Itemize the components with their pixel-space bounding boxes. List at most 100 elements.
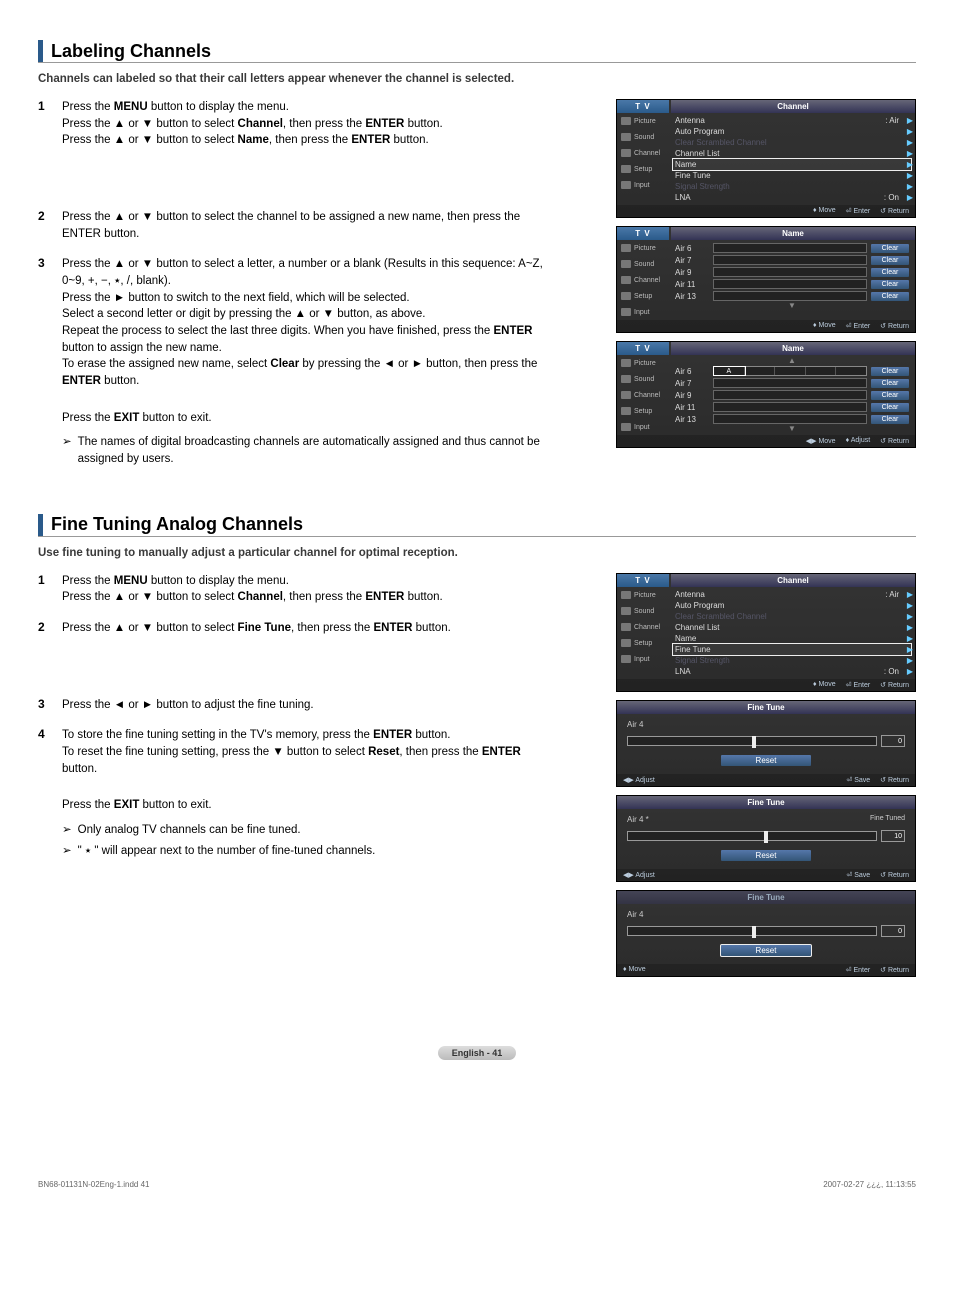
step-text: Press the MENU button to display the men… — [62, 99, 558, 149]
osd-column: T V Channel Picture Sound Channel Setup … — [616, 573, 916, 985]
osd-sidebar: Picture Sound Channel Setup Input — [617, 113, 669, 205]
name-field: A — [713, 366, 867, 376]
chevron-right-icon: ▶ — [907, 116, 913, 125]
name-row: Air 11Clear — [673, 278, 911, 290]
name-row: Air 6 A Clear — [673, 365, 911, 377]
osd-channel-menu: T V Channel Picture Sound Channel Setup … — [616, 99, 916, 218]
osd-tv-label: T V — [617, 100, 669, 113]
osd-name-edit: T V Name Picture Sound Channel Setup Inp… — [616, 341, 916, 448]
step-number: 2 — [38, 209, 62, 242]
name-row: Air 11Clear — [673, 401, 911, 413]
sidebar-channel: Channel — [617, 145, 669, 161]
osd-tab: Name — [671, 342, 915, 355]
step-text: Press the ▲ or ▼ button to select Fine T… — [62, 620, 558, 637]
section-intro: Use fine tuning to manually adjust a par… — [38, 547, 916, 559]
page-number: English - 41 — [438, 1046, 517, 1060]
osd-fine-tune-reset: Fine Tune Air 4 0 Reset ♦ Move ⏎ Enter ↺… — [616, 890, 916, 977]
print-file: BN68-01131N-02Eng-1.indd 41 — [38, 1180, 149, 1189]
instructions: 1 Press the MENU button to display the m… — [38, 573, 558, 878]
section-title: Fine Tuning Analog Channels — [51, 514, 303, 535]
scroll-down-icon: ▼ — [673, 425, 911, 433]
print-timestamp: 2007-02-27 ¿¿¿, 11:13:55 — [823, 1180, 916, 1189]
step-text: Press the ▲ or ▼ button to select the ch… — [62, 209, 558, 242]
reset-button: Reset — [721, 945, 811, 956]
note: ➢ " ٭ " will appear next to the number o… — [62, 843, 558, 860]
step-number: 4 — [38, 727, 62, 777]
ft-channel: Air 4 — [627, 910, 905, 919]
osd-fine-tune-10: Fine Tune Air 4 * Fine Tuned 10 Reset ◀▶… — [616, 795, 916, 882]
menu-autoprogram: Auto Program▶ — [673, 126, 911, 137]
section-labeling: Labeling Channels Channels can labeled s… — [38, 40, 916, 486]
name-row: Air 6Clear — [673, 242, 911, 254]
menu-channel-list: Channel List▶ — [673, 148, 911, 159]
reset-button: Reset — [721, 850, 811, 861]
menu-antenna: Antenna: Air▶ — [673, 115, 911, 126]
section-title: Labeling Channels — [51, 41, 211, 62]
print-marks: BN68-01131N-02Eng-1.indd 41 2007-02-27 ¿… — [38, 1180, 916, 1189]
sidebar-input: Input — [617, 177, 669, 193]
instructions: 1 Press the MENU button to display the m… — [38, 99, 558, 486]
menu-fine-tune: Fine Tune▶ — [673, 644, 911, 655]
chevron-right-icon: ▶ — [907, 138, 913, 147]
chevron-right-icon: ▶ — [907, 160, 913, 169]
name-row: Air 7Clear — [673, 377, 911, 389]
osd-column: T V Channel Picture Sound Channel Setup … — [616, 99, 916, 456]
menu-name: Name▶ — [673, 159, 911, 170]
note-arrow-icon: ➢ — [62, 434, 72, 467]
hint-return: ↺ Return — [880, 207, 909, 215]
step-number: 1 — [38, 99, 62, 149]
osd-footer: ♦ Move ⏎ Enter ↺ Return — [617, 205, 915, 217]
sidebar-setup: Setup — [617, 161, 669, 177]
step-text: Press the ▲ or ▼ button to select a lett… — [62, 256, 558, 389]
name-row: Air 9Clear — [673, 266, 911, 278]
exit-line: Press the EXIT button to exit. — [62, 410, 558, 427]
chevron-right-icon: ▶ — [907, 171, 913, 180]
clear-button: Clear — [871, 244, 909, 253]
chevron-right-icon: ▶ — [907, 127, 913, 136]
reset-button: Reset — [721, 755, 811, 766]
osd-sidebar: Picture Sound Channel Setup Input — [617, 355, 669, 435]
name-row: Air 7Clear — [673, 254, 911, 266]
title-marker-icon — [38, 514, 43, 536]
osd-tv-label: T V — [617, 342, 669, 355]
chevron-right-icon: ▶ — [907, 149, 913, 158]
ft-channel: Air 4 — [627, 720, 905, 729]
osd-tab: Name — [671, 227, 915, 240]
osd-channel-menu-ft: T V Channel Picture Sound Channel Setup … — [616, 573, 916, 692]
osd-fine-tune-0: Fine Tune Air 4 0 Reset ◀▶ Adjust ⏎ Save… — [616, 700, 916, 787]
step-text: Press the MENU button to display the men… — [62, 573, 558, 606]
section-intro: Channels can labeled so that their call … — [38, 73, 916, 85]
step-number: 3 — [38, 256, 62, 389]
note-arrow-icon: ➢ — [62, 822, 72, 839]
menu-fine-tune: Fine Tune▶ — [673, 170, 911, 181]
menu-signal-strength: Signal Strength▶ — [673, 181, 911, 192]
note: ➢ Only analog TV channels can be fine tu… — [62, 822, 558, 839]
ft-slider: 0 — [627, 925, 905, 937]
ft-channel: Air 4 * — [627, 815, 649, 824]
ft-status: Fine Tuned — [870, 815, 905, 826]
chevron-right-icon: ▶ — [907, 193, 913, 202]
osd-footer: ◀▶ Move ♦ Adjust ↺ Return — [617, 435, 915, 447]
osd-footer: ♦ Move ⏎ Enter ↺ Return — [617, 320, 915, 332]
step-number: 2 — [38, 620, 62, 637]
menu-csc: Clear Scrambled Channel▶ — [673, 137, 911, 148]
osd-tv-label: T V — [617, 227, 669, 240]
name-row: Air 9Clear — [673, 389, 911, 401]
step-number: 3 — [38, 697, 62, 714]
note: ➢ The names of digital broadcasting chan… — [62, 434, 558, 467]
osd-tab: Channel — [671, 100, 915, 113]
sidebar-picture: Picture — [617, 113, 669, 129]
hint-move: ♦ Move — [813, 207, 836, 215]
hint-enter: ⏎ Enter — [846, 207, 871, 215]
chevron-right-icon: ▶ — [907, 182, 913, 191]
title-marker-icon — [38, 40, 43, 62]
ft-slider: 10 — [627, 830, 905, 842]
menu-lna: LNA: On▶ — [673, 192, 911, 203]
sidebar-sound: Sound — [617, 129, 669, 145]
note-arrow-icon: ➢ — [62, 843, 72, 860]
section-finetune: Fine Tuning Analog Channels Use fine tun… — [38, 514, 916, 985]
page-footer: English - 41 — [38, 1045, 916, 1060]
ft-slider: 0 — [627, 735, 905, 747]
scroll-up-icon: ▲ — [673, 357, 911, 365]
osd-sidebar: Picture Sound Channel Setup Input — [617, 240, 669, 320]
